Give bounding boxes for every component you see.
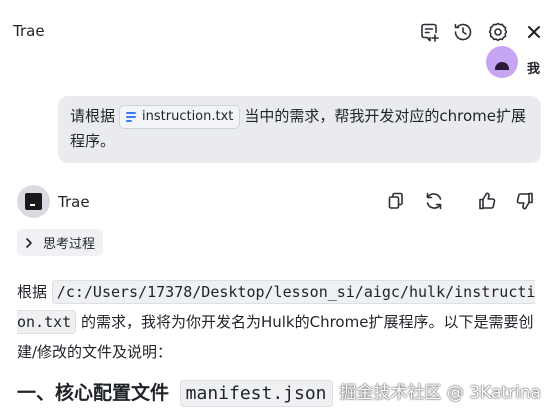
file-icon	[126, 110, 137, 124]
user-avatar	[486, 46, 518, 78]
new-chat-icon[interactable]	[418, 21, 440, 43]
thinking-process-toggle[interactable]: 思考过程	[17, 229, 104, 256]
response-prefix: 根据	[17, 283, 48, 301]
thumbs-down-icon[interactable]	[514, 190, 536, 212]
section-heading: 一、核心配置文件 manifest.json	[17, 378, 333, 407]
section-heading-code: manifest.json	[179, 380, 333, 407]
assistant-avatar	[17, 185, 50, 218]
user-message-text-before: 请根据	[70, 107, 116, 125]
file-reference-chip[interactable]: instruction.txt	[119, 104, 241, 129]
response-suffix: 的需求，我将为你开发名为Hulk的Chrome扩展程序。以下是需要创建/修改的文…	[17, 313, 534, 361]
user-name-fragment: 我	[527, 62, 541, 77]
chevron-right-icon	[26, 237, 32, 248]
close-icon[interactable]	[523, 21, 545, 43]
panel-header: Trae	[0, 0, 553, 62]
app-title: Trae	[13, 22, 45, 40]
watermark: 掘金技术社区 @ 3Katrina	[339, 383, 541, 403]
section-heading-text: 一、核心配置文件	[17, 382, 170, 404]
assistant-response-text: 根据 /c:/Users/17378/Desktop/lesson_si/aig…	[17, 277, 542, 367]
settings-icon[interactable]	[487, 21, 509, 43]
history-icon[interactable]	[452, 21, 474, 43]
user-message-bubble: 请根据 instruction.txt 当中的需求，帮我开发对应的chrome扩展程…	[58, 96, 541, 163]
copy-icon[interactable]	[385, 190, 407, 212]
regenerate-icon[interactable]	[423, 190, 445, 212]
trae-logo-icon	[25, 193, 42, 210]
file-chip-label: instruction.txt	[142, 108, 234, 124]
trae-chat-panel: Trae 我 请根据 instruction.txt 当中的需求，帮我开发对应的…	[0, 0, 553, 412]
thumbs-up-icon[interactable]	[476, 190, 498, 212]
thinking-process-label: 思考过程	[43, 237, 96, 252]
assistant-name: Trae	[58, 193, 90, 211]
